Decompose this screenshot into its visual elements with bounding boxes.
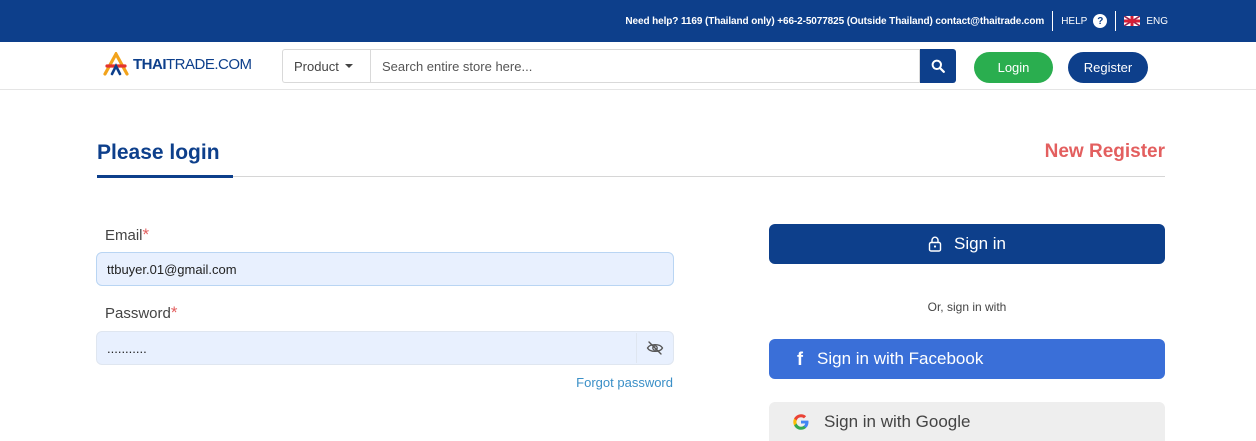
sign-in-button[interactable]: Sign in <box>769 224 1165 264</box>
or-sign-in-with-text: Or, sign in with <box>927 300 1007 314</box>
email-label: Email* <box>105 225 150 244</box>
email-field[interactable] <box>96 252 674 286</box>
help-contact-text: Need help? 1169 (Thailand only) +66-2-50… <box>625 15 1045 27</box>
top-info-content: Need help? 1169 (Thailand only) +66-2-50… <box>625 0 1168 42</box>
divider <box>1052 11 1054 31</box>
site-logo[interactable]: THAITRADE.COM <box>103 52 252 76</box>
page-title: Please login <box>97 141 220 164</box>
header-login-button[interactable]: Login <box>974 52 1053 83</box>
sign-in-label: Sign in <box>954 234 1006 253</box>
lock-icon <box>928 236 942 252</box>
password-label: Password* <box>105 303 178 322</box>
help-link[interactable]: HELP <box>1061 16 1087 27</box>
eye-slash-icon <box>646 341 663 355</box>
thaitrade-logo-icon <box>103 52 129 76</box>
google-label: Sign in with Google <box>824 411 971 431</box>
facebook-icon: f <box>797 348 803 369</box>
uk-flag-icon[interactable] <box>1124 16 1141 26</box>
required-mark: * <box>170 303 178 322</box>
top-info-bar: Need help? 1169 (Thailand only) +66-2-50… <box>0 0 1256 42</box>
title-divider <box>97 176 1165 177</box>
required-mark: * <box>142 225 150 244</box>
title-underline <box>97 175 233 178</box>
logo-text: THAITRADE.COM <box>133 55 252 73</box>
product-select-label: Product <box>294 58 339 74</box>
search-button[interactable] <box>920 49 956 83</box>
search-icon <box>931 59 945 73</box>
password-field[interactable] <box>96 331 674 365</box>
toggle-password-visibility[interactable] <box>636 333 672 363</box>
header-register-button[interactable]: Register <box>1068 52 1148 83</box>
caret-down-icon <box>344 64 353 68</box>
product-category-select[interactable]: Product <box>282 49 370 83</box>
main-header: THAITRADE.COM Product Login Register <box>0 42 1256 90</box>
language-selector[interactable]: ENG <box>1146 16 1168 27</box>
forgot-password-link[interactable]: Forgot password <box>576 375 673 390</box>
google-icon <box>793 413 809 430</box>
search-input[interactable] <box>370 49 920 83</box>
new-register-link[interactable]: New Register <box>1045 141 1165 163</box>
sign-in-facebook-button[interactable]: f Sign in with Facebook <box>769 339 1165 379</box>
sign-in-google-button[interactable]: Sign in with Google <box>769 402 1165 441</box>
divider <box>1115 11 1117 31</box>
facebook-label: Sign in with Facebook <box>817 349 984 368</box>
question-circle-icon[interactable]: ? <box>1093 14 1108 28</box>
